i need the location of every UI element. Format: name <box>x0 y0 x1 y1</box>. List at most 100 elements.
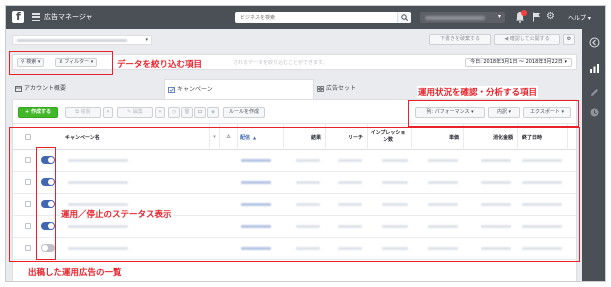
redacted-cell <box>68 159 128 162</box>
redacted-cell <box>382 247 408 250</box>
row-checkbox[interactable] <box>25 245 31 251</box>
redacted-cell <box>522 181 562 184</box>
col-reach[interactable]: リーチ <box>326 124 368 150</box>
redacted-cell <box>522 225 562 228</box>
table-row[interactable] <box>13 150 576 172</box>
redacted-cell <box>338 225 362 228</box>
annotation-list-label: 出稿した運用広告の一覧 <box>28 268 122 278</box>
redacted-cell <box>428 181 458 184</box>
redacted-cell <box>428 247 458 250</box>
row-checkbox[interactable] <box>25 201 31 207</box>
redacted-cell <box>296 181 320 184</box>
warning-icon: ⚠ <box>220 124 238 150</box>
filter-button[interactable]: ⊻ フィルター ▾ <box>55 58 98 67</box>
redacted-cell <box>338 203 362 206</box>
pencil-icon[interactable] <box>589 87 600 98</box>
row-checkbox[interactable] <box>25 157 31 163</box>
top-bar: f 広告マネージャ ▾ ⚙ ヘルプ ▾ <box>6 6 605 29</box>
redacted-cell <box>481 159 511 162</box>
settings-gear-icon[interactable]: ⚙ <box>563 34 575 45</box>
ad-account-dropdown[interactable]: ▾ <box>12 35 152 45</box>
status-toggle[interactable] <box>41 156 55 164</box>
annotation-analysis-label: 運用状況を確認・分析する項目 <box>417 86 539 98</box>
edit-button[interactable]: ✎ 編集 <box>117 107 153 118</box>
redacted-cell <box>382 159 408 162</box>
search-filter-button[interactable]: ⚲ 検索 ▾ <box>17 58 45 67</box>
search-button[interactable] <box>397 12 411 23</box>
duplicate-button[interactable]: ⧉ 複製 <box>65 107 101 118</box>
export-button[interactable]: エクスポート ▾ <box>523 107 571 118</box>
comment-icon[interactable]: ▭ <box>194 107 206 118</box>
adset-icon <box>317 86 324 92</box>
date-range-button[interactable]: 今日: 2018年3月1日 ～ 2018年3月22日 ▾ <box>465 58 572 67</box>
right-rail <box>582 29 605 281</box>
business-search-input[interactable] <box>235 12 385 23</box>
table-row[interactable] <box>13 172 576 194</box>
collapse-icon[interactable] <box>589 37 600 48</box>
status-toggle[interactable] <box>41 244 55 252</box>
ads-manager-window: f 広告マネージャ ▾ ⚙ ヘルプ ▾ <box>5 5 606 282</box>
hamburger-icon[interactable] <box>32 13 40 22</box>
col-results[interactable]: 結果 <box>284 124 326 150</box>
bar-chart-icon[interactable] <box>589 63 600 74</box>
notification-badge <box>521 10 527 16</box>
chevron-down-icon: ▾ <box>145 37 148 43</box>
row-checkbox[interactable] <box>25 179 31 185</box>
columns-button[interactable]: 列: パフォーマンス ▾ <box>415 107 485 118</box>
col-amount-spent[interactable]: 消化金額 <box>464 124 518 150</box>
tag-icon[interactable]: ◆ <box>207 107 219 118</box>
col-sort-chevron[interactable]: ▾ <box>210 124 220 150</box>
redacted-cell <box>296 203 320 206</box>
create-rule-button[interactable]: ルールを作成 <box>223 107 265 118</box>
edit-dropdown[interactable]: ▾ <box>155 107 165 118</box>
status-toggle[interactable] <box>41 178 55 186</box>
tab-account-overview[interactable]: アカウント概要 <box>12 79 162 99</box>
redacted-cell <box>241 225 271 228</box>
main-area: ▾ 下書きを破棄する ◀ 確認して公開する ⚙ ⚲ 検索 ▾ ⊻ フィルター ▾… <box>6 29 582 281</box>
redacted-cell <box>522 203 562 206</box>
funnel-icon: ⊻ <box>59 59 63 65</box>
search-icon <box>401 14 409 21</box>
filter-bar: ⚲ 検索 ▾ ⊻ フィルター ▾ されるデータを絞り込むことができます。 今日:… <box>12 54 577 70</box>
business-search <box>235 12 411 23</box>
clock-icon[interactable] <box>589 107 600 118</box>
trash-icon[interactable]: 🗑 <box>181 107 193 118</box>
discard-drafts-button[interactable]: 下書きを破棄する <box>429 34 491 45</box>
col-campaign-name[interactable]: キャンペーン名 <box>63 124 210 150</box>
account-selector[interactable]: ▾ <box>420 12 505 23</box>
account-icon <box>15 86 22 92</box>
redacted-cell <box>338 159 362 162</box>
help-link[interactable]: ヘルプ ▾ <box>568 13 591 22</box>
status-toggle[interactable] <box>41 200 55 208</box>
campaign-panel: + 作成する ⧉ 複製 ▾ ✎ 編集 ▾ ◷ 🗑 ▭ ◆ ルールを作成 列: パ… <box>12 99 577 281</box>
redacted-cell <box>296 159 320 162</box>
redacted-cell <box>241 181 271 184</box>
select-all-checkbox[interactable] <box>25 134 31 140</box>
table-row[interactable] <box>13 238 576 260</box>
col-delivery[interactable]: 配信 ▲ <box>238 124 284 150</box>
annotation-filter-label: データを絞り込む項目 <box>117 60 203 70</box>
redacted-cell <box>382 181 408 184</box>
redacted-cell <box>382 225 408 228</box>
notifications-icon[interactable] <box>515 10 527 23</box>
col-end-date[interactable]: 終了日時 <box>518 124 568 150</box>
facebook-logo-icon[interactable]: f <box>12 10 24 23</box>
tab-campaigns[interactable]: キャンペーン <box>164 79 314 99</box>
col-cost-per-result[interactable]: 単価 <box>412 124 464 150</box>
duplicate-dropdown[interactable]: ▾ <box>103 107 113 118</box>
create-button[interactable]: + 作成する <box>18 107 58 118</box>
breakdown-button[interactable]: 内訳 ▾ <box>488 107 520 118</box>
redacted-cell <box>428 225 458 228</box>
ab-test-icon[interactable]: ◷ <box>168 107 180 118</box>
gear-icon[interactable]: ⚙ <box>546 11 555 22</box>
redacted-cell <box>481 247 511 250</box>
redacted-cell <box>522 159 562 162</box>
row-checkbox[interactable] <box>25 223 31 229</box>
redacted-cell <box>481 225 511 228</box>
review-publish-button[interactable]: ◀ 確認して公開する <box>494 34 560 45</box>
redacted-cell <box>241 247 271 250</box>
redacted-cell <box>68 247 128 250</box>
flag-icon[interactable] <box>532 12 541 22</box>
col-impressions[interactable]: インプレッション数 <box>368 124 412 150</box>
status-toggle[interactable] <box>41 222 55 230</box>
